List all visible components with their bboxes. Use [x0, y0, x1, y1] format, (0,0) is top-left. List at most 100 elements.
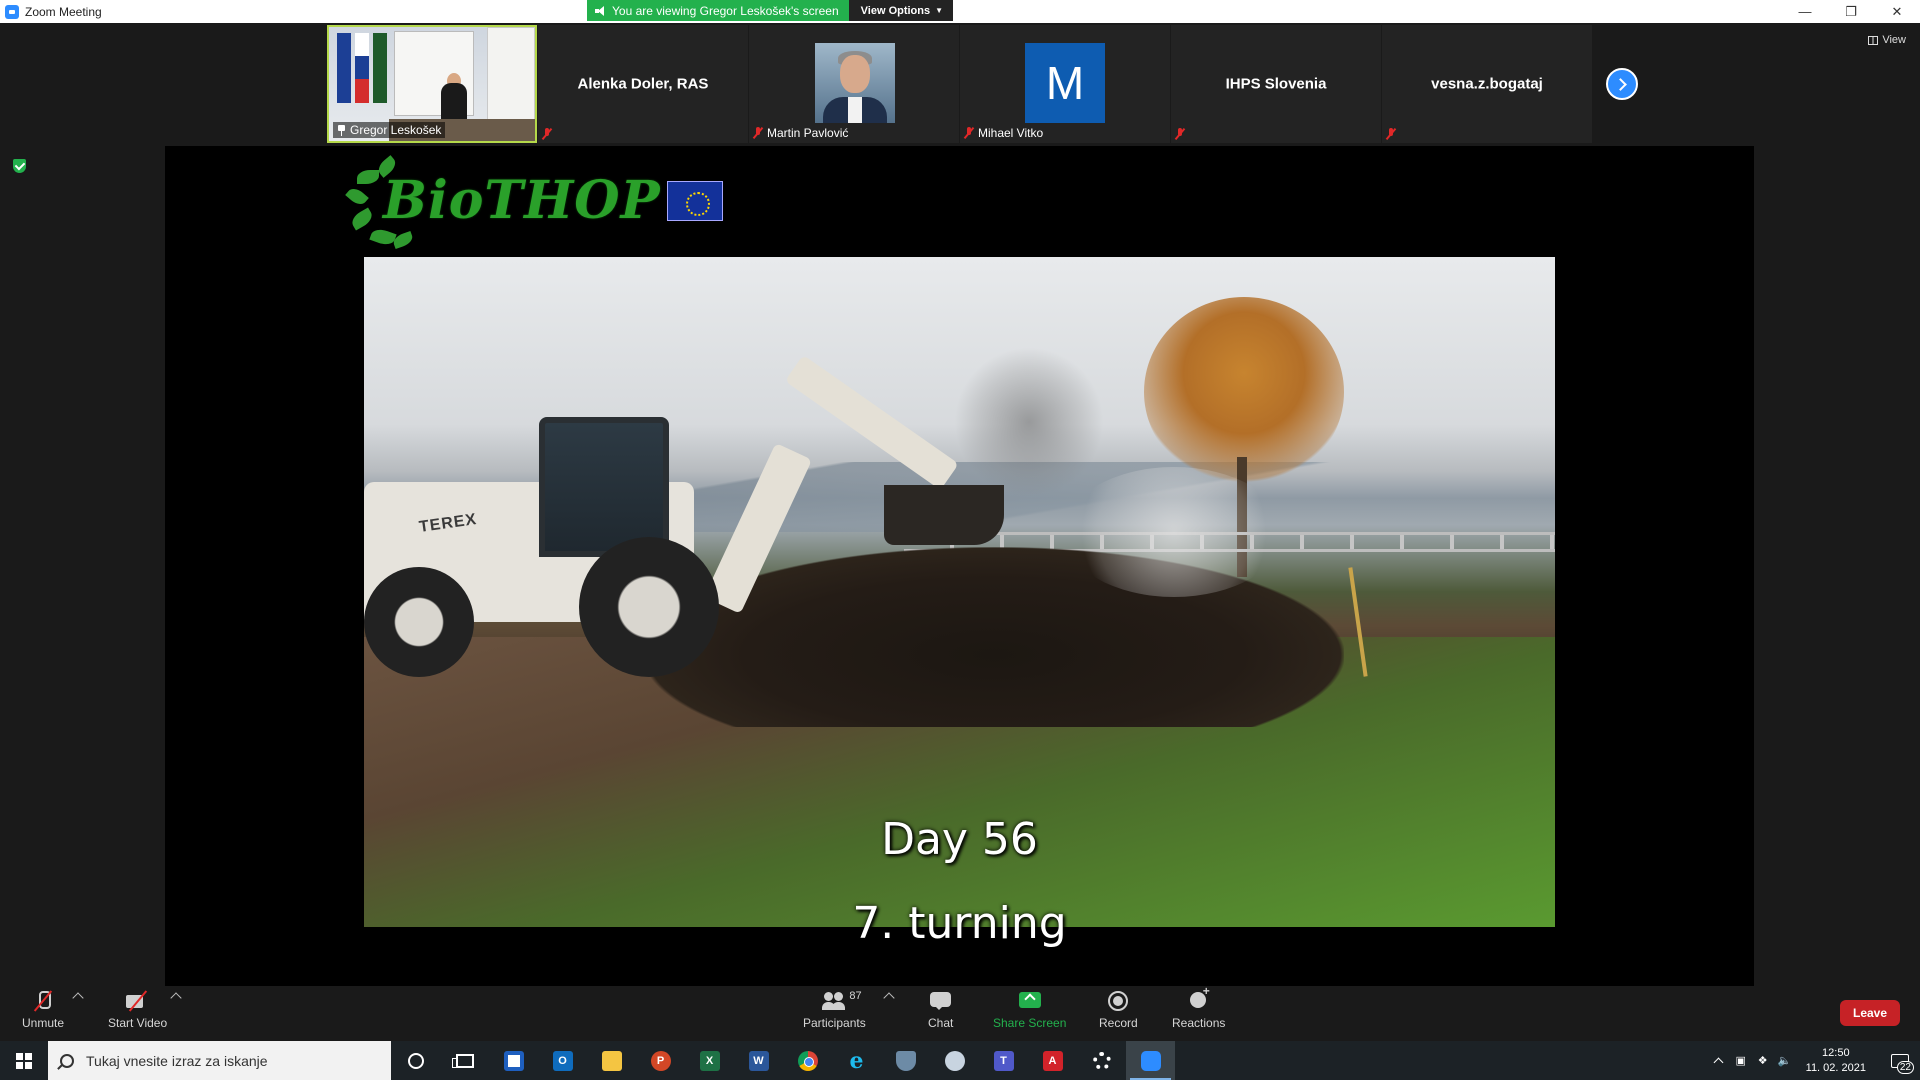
taskbar-app-chrome[interactable]	[783, 1041, 832, 1080]
participant-tile-mihael[interactable]: M Mihael Vitko	[960, 25, 1170, 143]
chevron-up-icon	[1713, 1057, 1724, 1068]
taskbar-app-outlook[interactable]: O	[538, 1041, 587, 1080]
record-button[interactable]: Record	[1099, 990, 1138, 1030]
taskbar-search-input[interactable]	[86, 1052, 366, 1069]
start-button[interactable]	[0, 1041, 48, 1080]
taskbar-app-security[interactable]	[881, 1041, 930, 1080]
leave-button[interactable]: Leave	[1840, 1000, 1900, 1026]
dropbox-icon[interactable]: ❖	[1752, 1054, 1774, 1067]
system-tray: ▣ ❖ 🔈 12:50 11. 02. 2021 22	[1708, 1041, 1920, 1080]
acrobat-icon: A	[1042, 1050, 1063, 1071]
share-screen-button[interactable]: Share Screen	[993, 990, 1066, 1030]
muted-mic-icon	[964, 127, 974, 139]
cortana-button[interactable]	[391, 1041, 440, 1080]
security-shield-icon	[895, 1050, 916, 1071]
volume-icon[interactable]: 🔈	[1774, 1054, 1796, 1067]
participant-name-label: Martin Pavlović	[753, 126, 848, 140]
muted-mic-icon	[753, 127, 763, 139]
close-button[interactable]: ✕	[1874, 0, 1920, 23]
participant-tile-vesna[interactable]: vesna.z.bogataj	[1382, 25, 1592, 143]
encryption-shield-icon[interactable]	[13, 159, 26, 173]
taskbar-app-settings[interactable]	[1077, 1041, 1126, 1080]
cortana-icon	[407, 1052, 424, 1069]
participants-icon: 87	[822, 990, 862, 1012]
unmute-button[interactable]: Unmute	[22, 990, 64, 1030]
restore-icon: ❐	[1845, 3, 1857, 19]
view-options-button[interactable]: View Options ▼	[848, 0, 954, 21]
minimize-button[interactable]: —	[1782, 0, 1828, 23]
participant-count: 87	[849, 990, 862, 1002]
gear-icon	[1092, 1051, 1111, 1070]
shared-screen: BioTHOP TEREX Day 56 7. turning	[165, 146, 1754, 986]
chrome-icon	[797, 1050, 818, 1071]
taskbar-app-powerpoint[interactable]: P	[636, 1041, 685, 1080]
app-window-icon	[503, 1050, 524, 1071]
clock-date: 11. 02. 2021	[1805, 1061, 1866, 1074]
clock[interactable]: 12:50 11. 02. 2021	[1806, 1046, 1866, 1076]
taskbar-app-zoom[interactable]	[1126, 1041, 1175, 1080]
chat-icon	[929, 990, 953, 1012]
participants-options-caret[interactable]	[883, 992, 895, 1004]
taskbar-search[interactable]	[48, 1041, 391, 1080]
eu-life-flag-icon	[666, 180, 723, 221]
audio-options-caret[interactable]	[72, 992, 84, 1004]
taskbar-app-ie[interactable]: e	[832, 1041, 881, 1080]
caption-day: Day 56	[881, 814, 1038, 865]
taskbar-app-acrobat[interactable]: A	[1028, 1041, 1077, 1080]
folder-icon	[601, 1050, 622, 1071]
clock-time: 12:50	[1822, 1046, 1850, 1059]
share-screen-icon	[1018, 990, 1042, 1012]
zoom-app-icon	[5, 4, 19, 19]
taskbar-app-word[interactable]: W	[734, 1041, 783, 1080]
meeting-toolbar: Unmute Start Video 87 Participants Chat …	[0, 984, 1920, 1041]
restore-button[interactable]: ❐	[1828, 0, 1874, 23]
participants-button[interactable]: 87 Participants	[803, 990, 866, 1030]
taskbar-app-blue[interactable]	[489, 1041, 538, 1080]
taskbar-app-explorer[interactable]	[587, 1041, 636, 1080]
participant-tile-ihps[interactable]: IHPS Slovenia	[1171, 25, 1381, 143]
search-icon	[60, 1053, 74, 1068]
muted-mic-icon	[1386, 128, 1396, 140]
title-bar: Zoom Meeting You are viewing Gregor Lesk…	[0, 0, 1920, 23]
video-options-caret[interactable]	[170, 992, 182, 1004]
reactions-button[interactable]: Reactions	[1172, 984, 1225, 1030]
network-icon[interactable]: ▣	[1730, 1054, 1752, 1067]
chat-button[interactable]: Chat	[928, 990, 953, 1030]
view-button[interactable]: View	[1868, 34, 1906, 46]
remote-desktop-icon	[944, 1050, 965, 1071]
logo-text: BioTHOP	[383, 170, 661, 231]
participant-name: IHPS Slovenia	[1225, 75, 1327, 93]
video-off-icon	[125, 990, 150, 1012]
profile-photo	[815, 43, 895, 123]
start-video-button[interactable]: Start Video	[108, 990, 167, 1030]
windows-logo-icon	[16, 1052, 32, 1069]
action-center-button[interactable]: 22	[1880, 1041, 1920, 1080]
teams-icon: T	[993, 1050, 1014, 1071]
next-page-button[interactable]	[1606, 68, 1638, 100]
participant-tile-alenka[interactable]: Alenka Doler, RAS	[538, 25, 748, 143]
notification-count: 22	[1896, 1061, 1914, 1074]
taskbar-app-teams[interactable]: T	[979, 1041, 1028, 1080]
viewing-banner: You are viewing Gregor Leskošek's screen…	[587, 0, 954, 21]
taskbar-app-excel[interactable]: X	[685, 1041, 734, 1080]
participant-name-label: Mihael Vitko	[964, 126, 1043, 140]
chevron-right-icon	[1614, 77, 1627, 91]
muted-mic-icon	[1175, 128, 1185, 140]
participant-status	[542, 128, 552, 140]
task-view-button[interactable]	[440, 1041, 489, 1080]
window-controls: — ❐ ✕	[1782, 0, 1920, 23]
participant-tile-gregor[interactable]: Gregor Leskošek	[327, 25, 537, 143]
biothop-logo: BioTHOP	[345, 155, 723, 250]
muted-mic-icon	[542, 128, 552, 140]
reactions-icon	[1187, 984, 1211, 1012]
minimize-icon: —	[1798, 4, 1812, 19]
view-options-label: View Options	[860, 4, 931, 17]
record-icon	[1106, 990, 1130, 1012]
participant-tile-martin[interactable]: Martin Pavlović	[749, 25, 959, 143]
excel-icon: X	[699, 1050, 720, 1071]
show-hidden-icons-button[interactable]	[1708, 1055, 1730, 1068]
task-view-icon	[451, 1053, 474, 1068]
caption-step: 7. turning	[852, 898, 1067, 949]
taskbar-app-remote[interactable]	[930, 1041, 979, 1080]
word-icon: W	[748, 1050, 769, 1071]
